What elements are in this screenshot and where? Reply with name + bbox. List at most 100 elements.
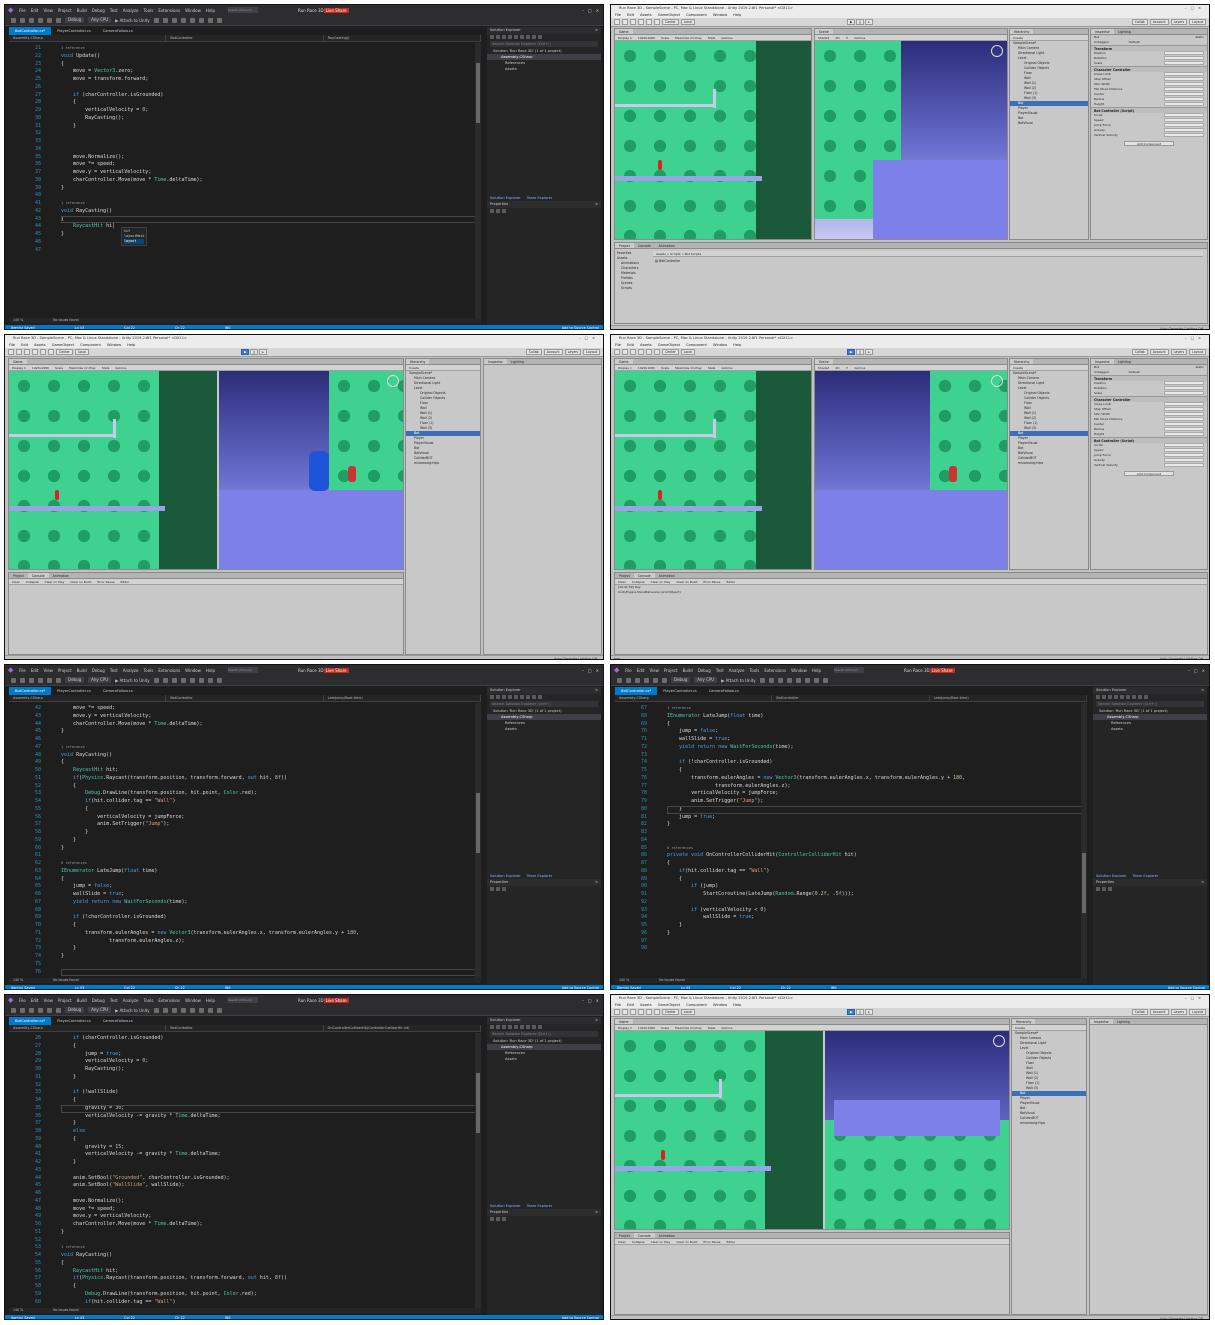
toolbar-icon[interactable] bbox=[532, 695, 536, 699]
code-editor[interactable]: 26 27 28 29 30 31 32 33 34 35 36 37 38 39 40 41 42 43 44 45… bbox=[9, 1033, 481, 1308]
menu-item-test[interactable]: Test bbox=[716, 668, 724, 673]
tab-lighting[interactable]: Lighting bbox=[1114, 359, 1135, 364]
menu-item-extensions[interactable]: Extensions bbox=[158, 8, 180, 13]
move-tool-icon[interactable] bbox=[622, 1009, 628, 1015]
rotate-tool-icon[interactable] bbox=[630, 19, 636, 25]
toolbar-icon[interactable] bbox=[526, 35, 530, 39]
menu-item-window[interactable]: Window bbox=[185, 998, 201, 1003]
field-value[interactable] bbox=[1164, 427, 1204, 431]
toolbar-icon[interactable] bbox=[38, 1007, 43, 1013]
toolbar-icon[interactable] bbox=[508, 1025, 512, 1029]
tab-inspector[interactable]: Inspector bbox=[1091, 29, 1114, 34]
nav-class[interactable]: BotController bbox=[166, 35, 324, 41]
transform-tool-icon[interactable] bbox=[654, 1009, 660, 1015]
toolbar-icon[interactable] bbox=[496, 887, 500, 891]
platform-dropdown[interactable]: Any CPU bbox=[88, 17, 112, 23]
toolbar-icon[interactable] bbox=[490, 209, 494, 213]
code-text[interactable]: if (charController.isGrounded) { jump = … bbox=[61, 1035, 476, 1306]
toolbar-icon[interactable] bbox=[490, 35, 494, 39]
shading-mode-dropdown[interactable]: Shaded bbox=[818, 365, 829, 370]
attach-button[interactable]: ▶ Attach to Unity bbox=[115, 678, 149, 683]
close-icon[interactable]: × bbox=[595, 201, 598, 208]
scrollbar-thumb[interactable] bbox=[476, 63, 480, 123]
scrollbar-thumb[interactable] bbox=[1082, 853, 1086, 913]
pivot-center-toggle[interactable]: Center bbox=[56, 349, 73, 355]
console-button[interactable]: Clear on Play bbox=[651, 1239, 671, 1244]
gizmos-toggle[interactable]: Gizmos bbox=[115, 365, 126, 370]
create-dropdown[interactable]: Create bbox=[409, 365, 419, 370]
menu-item-view[interactable]: View bbox=[43, 668, 53, 673]
field-value[interactable] bbox=[1164, 118, 1204, 122]
toolbar-icon[interactable] bbox=[216, 677, 222, 683]
menu-item-test[interactable]: Test bbox=[110, 668, 118, 673]
window-controls[interactable]: –□× bbox=[1185, 5, 1205, 12]
solution-search-input[interactable]: Search Solution Explorer (Ctrl+;) bbox=[490, 701, 598, 707]
menu-item-view[interactable]: View bbox=[43, 998, 53, 1003]
toolbar-icon[interactable] bbox=[786, 677, 792, 683]
close-icon[interactable]: × bbox=[595, 1209, 598, 1216]
scale-tool-icon[interactable] bbox=[32, 349, 38, 355]
platform-dropdown[interactable]: Any CPU bbox=[694, 677, 718, 683]
assets-node[interactable]: Assets bbox=[487, 726, 601, 732]
tab-lighting[interactable]: Lighting bbox=[1114, 29, 1135, 34]
assets-node[interactable]: Assets bbox=[1093, 726, 1207, 732]
menu-item-help[interactable]: Help bbox=[206, 8, 215, 13]
tab-2[interactable]: CameraFollow.cs bbox=[703, 687, 745, 695]
zoom-level[interactable]: 140 % bbox=[13, 978, 23, 982]
step-button-icon[interactable]: ▸ bbox=[865, 19, 873, 25]
scale-slider[interactable]: Scale bbox=[661, 365, 669, 370]
assets-node[interactable]: Assets bbox=[487, 66, 601, 72]
maximize-on-play-toggle[interactable]: Maximize On Play bbox=[675, 365, 702, 370]
gizmos-dropdown[interactable]: Gizmos bbox=[854, 35, 865, 40]
display-dropdown[interactable]: Display 1 bbox=[618, 1025, 632, 1030]
layer-dropdown[interactable]: Default bbox=[1129, 40, 1140, 45]
pivot-center-toggle[interactable]: Center bbox=[662, 19, 679, 25]
tab-0[interactable]: BotController.cs* bbox=[9, 27, 52, 35]
menu-item-debug[interactable]: Debug bbox=[92, 668, 105, 673]
toolbar-icon[interactable] bbox=[56, 1007, 61, 1013]
search-input[interactable]: Search (Ctrl+Q) bbox=[228, 7, 258, 13]
toolbar-icon[interactable] bbox=[153, 17, 159, 23]
tab-team-explorer[interactable]: Team Explorer bbox=[527, 195, 553, 201]
toolbar-icon[interactable] bbox=[502, 887, 506, 891]
pivot-center-toggle[interactable]: Center bbox=[662, 1009, 679, 1015]
assets-node[interactable]: Assets bbox=[487, 1056, 601, 1062]
console-button[interactable]: Error Pause bbox=[703, 1239, 720, 1244]
hierarchy-item[interactable]: mixamorig:Hips bbox=[1012, 1121, 1086, 1126]
toolbar-icon[interactable] bbox=[490, 695, 494, 699]
lighting-toggle-icon[interactable]: ☀ bbox=[846, 35, 849, 40]
transform-tool-icon[interactable] bbox=[654, 19, 660, 25]
account-dropdown[interactable]: Account bbox=[543, 349, 563, 355]
rect-tool-icon[interactable] bbox=[646, 19, 652, 25]
stats-toggle[interactable]: Stats bbox=[708, 365, 716, 370]
toolbar-icon[interactable] bbox=[20, 17, 25, 23]
view-tab[interactable]: Console bbox=[634, 243, 655, 248]
toolbar-icon[interactable] bbox=[38, 17, 43, 23]
toolbar-icon[interactable] bbox=[662, 677, 667, 683]
view-tab[interactable]: Scene bbox=[815, 359, 833, 364]
scrollbar-thumb[interactable] bbox=[476, 793, 480, 853]
menu-item-project[interactable]: Project bbox=[58, 998, 72, 1003]
platform-dropdown[interactable]: Any CPU bbox=[88, 677, 112, 683]
menu-item-extensions[interactable]: Extensions bbox=[764, 668, 786, 673]
rect-tool-icon[interactable] bbox=[646, 1009, 652, 1015]
create-dropdown[interactable]: Create bbox=[1013, 35, 1023, 40]
live-share-button[interactable]: Live Share bbox=[323, 667, 349, 673]
console-button[interactable]: Collapse bbox=[632, 579, 645, 584]
vertical-scrollbar[interactable] bbox=[475, 43, 481, 318]
field-value[interactable] bbox=[1164, 97, 1204, 101]
console-button[interactable]: Clear on Build bbox=[676, 1239, 697, 1244]
toolbar-icon[interactable] bbox=[502, 1217, 506, 1221]
toolbar-icon[interactable] bbox=[1138, 695, 1142, 699]
view-tab[interactable]: Project bbox=[9, 573, 28, 578]
layout-dropdown[interactable]: Layout bbox=[1189, 1009, 1206, 1015]
account-dropdown[interactable]: Account bbox=[1149, 1009, 1169, 1015]
vertical-scrollbar[interactable] bbox=[1081, 703, 1087, 978]
view-tab[interactable]: Project bbox=[615, 1233, 634, 1238]
menu-item-edit[interactable]: Edit bbox=[637, 668, 645, 673]
rect-tool-icon[interactable] bbox=[646, 349, 652, 355]
maximize-icon[interactable]: □ bbox=[588, 8, 592, 13]
layers-dropdown[interactable]: Layers bbox=[564, 349, 582, 355]
display-dropdown[interactable]: Display 1 bbox=[618, 35, 632, 40]
view-tab[interactable]: Scene bbox=[815, 29, 833, 34]
